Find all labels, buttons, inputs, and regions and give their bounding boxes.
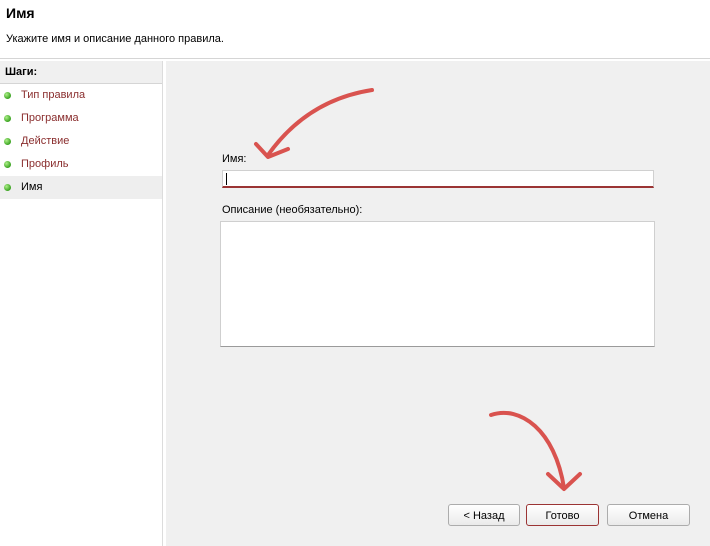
description-label: Описание (необязательно): bbox=[222, 204, 363, 216]
page-title: Имя bbox=[6, 5, 35, 21]
step-action[interactable]: Действие bbox=[0, 130, 162, 153]
page-description: Укажите имя и описание данного правила. bbox=[6, 33, 224, 45]
steps-sidebar: Шаги: Тип правила Программа Действие Про… bbox=[0, 61, 163, 546]
green-dot-icon bbox=[4, 138, 11, 145]
step-profile[interactable]: Профиль bbox=[0, 153, 162, 176]
back-button[interactable]: < Назад bbox=[448, 504, 520, 526]
green-dot-icon bbox=[4, 161, 11, 168]
steps-header: Шаги: bbox=[0, 61, 162, 84]
step-label: Тип правила bbox=[21, 89, 86, 101]
step-label: Профиль bbox=[21, 158, 69, 170]
step-label: Имя bbox=[21, 181, 43, 193]
description-textarea[interactable] bbox=[220, 221, 655, 347]
step-rule-type[interactable]: Тип правила bbox=[0, 84, 162, 107]
step-program[interactable]: Программа bbox=[0, 107, 162, 130]
green-dot-icon bbox=[4, 92, 11, 99]
name-label: Имя: bbox=[222, 153, 247, 165]
wizard-header: Имя Укажите имя и описание данного прави… bbox=[0, 0, 710, 59]
green-dot-icon bbox=[4, 184, 11, 191]
name-input[interactable] bbox=[222, 170, 654, 188]
main-panel: Имя: Описание (необязательно): < Назад Г… bbox=[166, 61, 710, 546]
cancel-button[interactable]: Отмена bbox=[607, 504, 690, 526]
text-caret bbox=[226, 173, 227, 185]
finish-button[interactable]: Готово bbox=[526, 504, 599, 526]
step-label: Действие bbox=[21, 135, 70, 147]
green-dot-icon bbox=[4, 115, 11, 122]
step-label: Программа bbox=[21, 112, 79, 124]
step-name[interactable]: Имя bbox=[0, 176, 162, 199]
